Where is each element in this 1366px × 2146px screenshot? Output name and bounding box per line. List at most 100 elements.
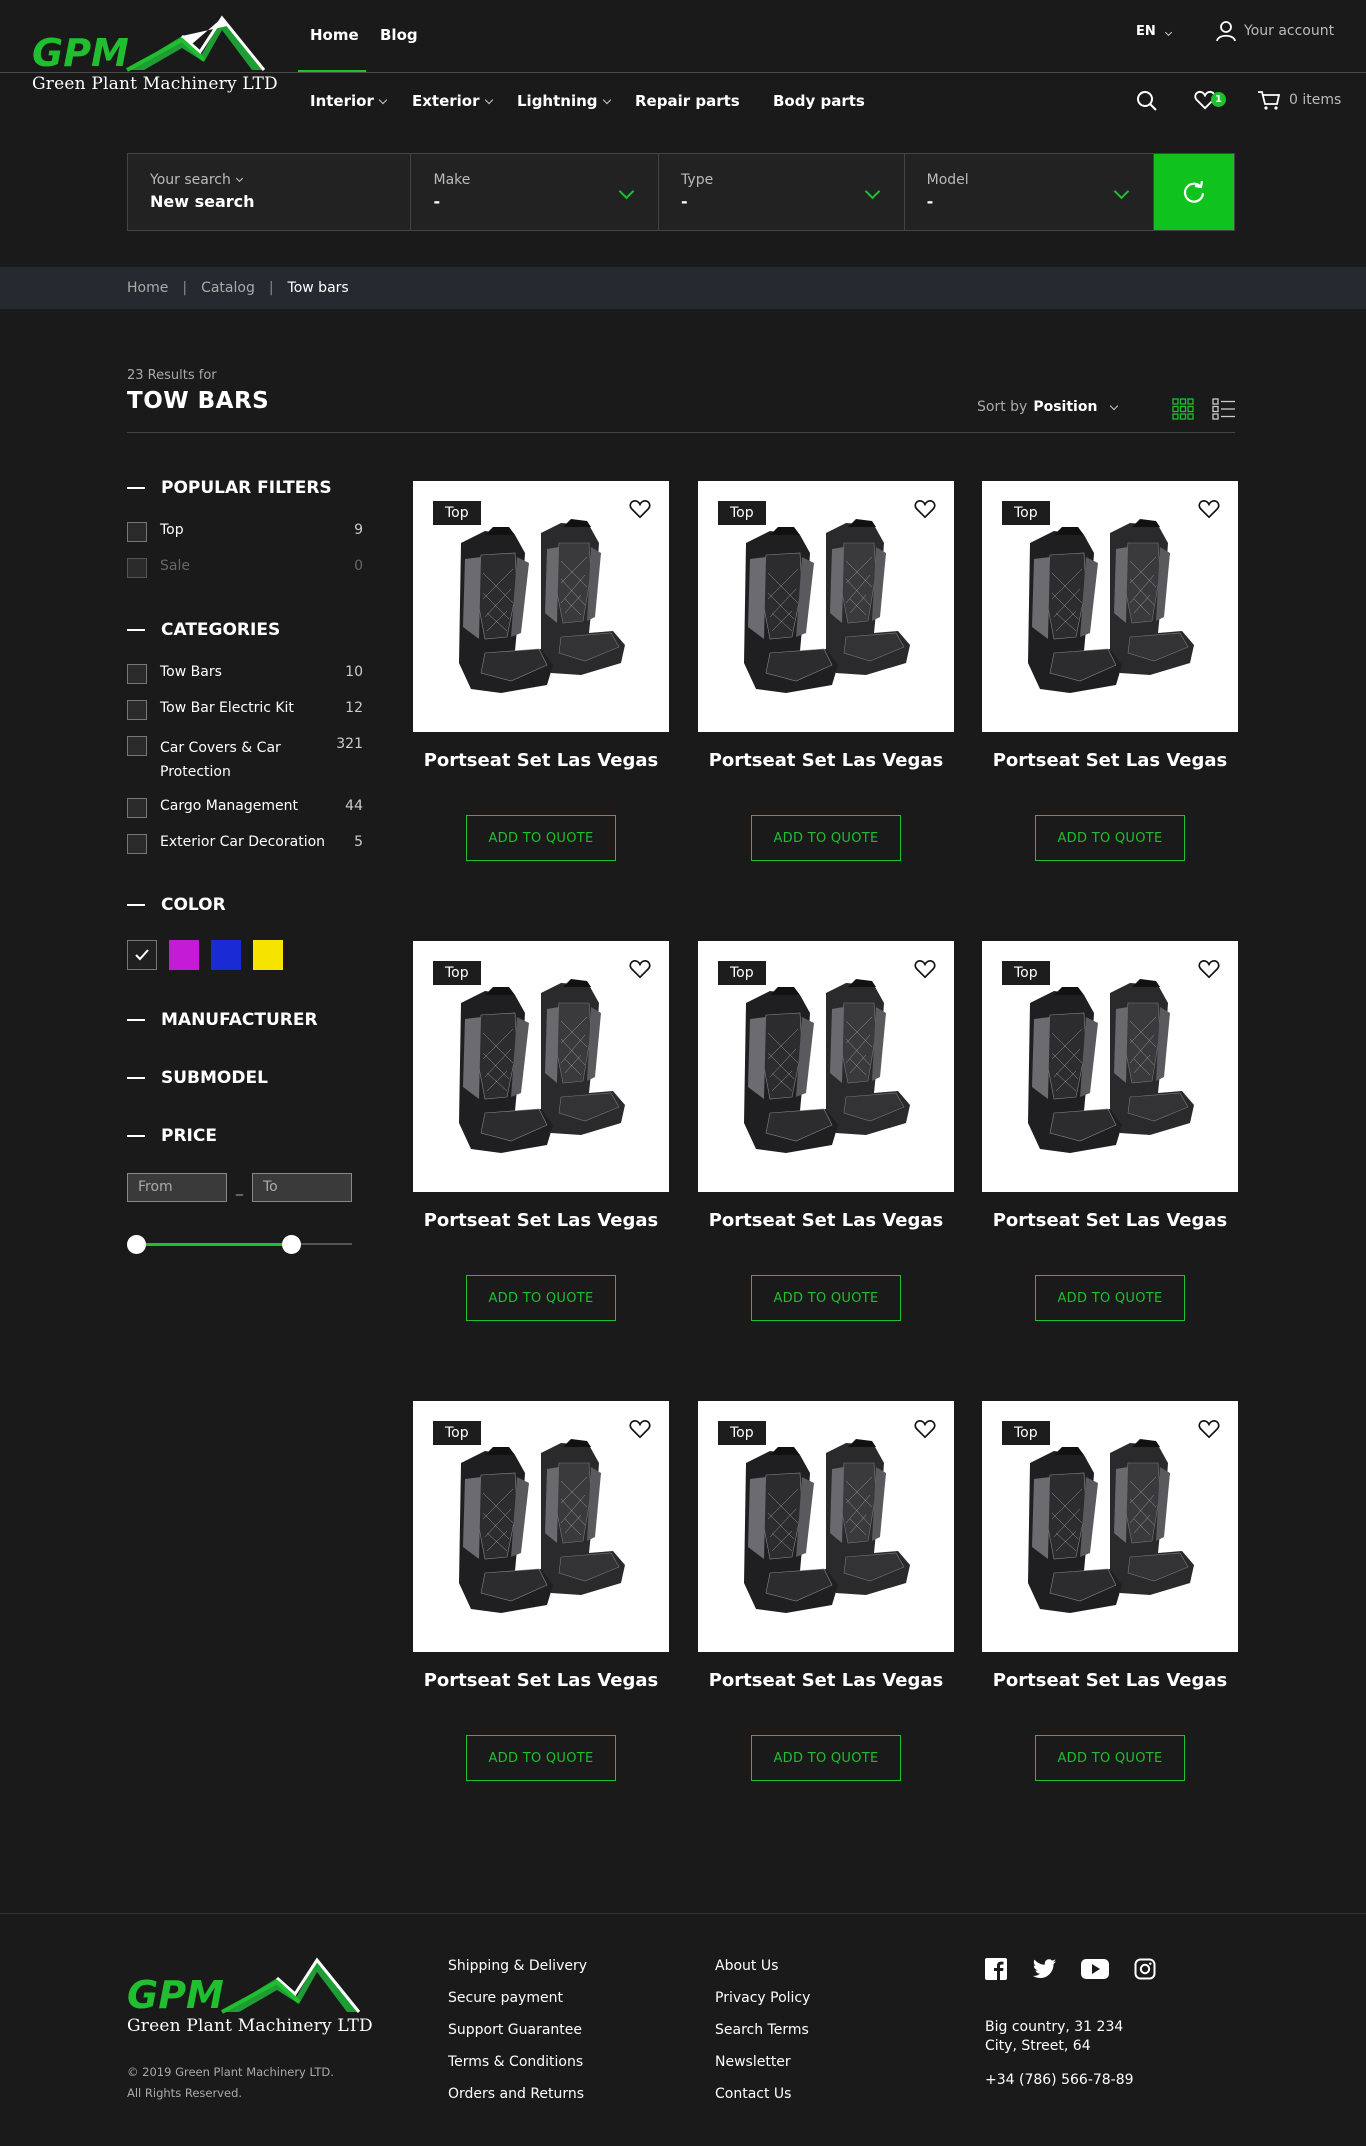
product-title[interactable]: Portseat Set Las Vegas <box>413 1670 669 1691</box>
product-title[interactable]: Portseat Set Las Vegas <box>413 1210 669 1231</box>
logo[interactable]: GPM Green Plant Machinery LTD <box>32 14 278 94</box>
checkbox[interactable] <box>127 558 147 578</box>
product-image-card[interactable]: Top <box>413 481 669 732</box>
filter-popular-header[interactable]: POPULAR FILTERS <box>127 478 332 498</box>
model-select[interactable]: Model - <box>905 154 1155 230</box>
price-slider-max-handle[interactable] <box>282 1235 301 1254</box>
menu-interior[interactable]: Interior <box>310 92 388 110</box>
footer-link-secure-payment[interactable]: Secure payment <box>448 1990 563 2006</box>
instagram-link[interactable] <box>1134 1958 1156 1984</box>
add-to-quote-button[interactable]: ADD TO QUOTE <box>751 815 901 861</box>
product-image-card[interactable]: Top <box>698 941 954 1192</box>
filter-category-exterior-decoration[interactable]: Exterior Car Decoration 5 <box>127 834 363 854</box>
make-select[interactable]: Make - <box>411 154 660 230</box>
product-image-card[interactable]: Top <box>413 941 669 1192</box>
heart-icon[interactable] <box>914 1419 936 1439</box>
nav-blog[interactable]: Blog <box>380 26 418 44</box>
add-to-quote-button[interactable]: ADD TO QUOTE <box>466 1735 616 1781</box>
filter-category-car-covers[interactable]: Car Covers & Car Protection 321 <box>127 736 363 784</box>
checkbox[interactable] <box>127 736 147 756</box>
price-to-input[interactable]: To <box>252 1173 352 1202</box>
product-title[interactable]: Portseat Set Las Vegas <box>698 1670 954 1691</box>
product-image-card[interactable]: Top <box>698 1401 954 1652</box>
heart-icon[interactable] <box>629 499 651 519</box>
menu-repair-parts[interactable]: Repair parts <box>635 92 740 110</box>
footer-link-newsletter[interactable]: Newsletter <box>715 2054 791 2070</box>
heart-icon[interactable] <box>1198 499 1220 519</box>
product-title[interactable]: Portseat Set Las Vegas <box>698 750 954 771</box>
heart-icon[interactable] <box>629 959 651 979</box>
product-title[interactable]: Portseat Set Las Vegas <box>982 1670 1238 1691</box>
checkbox[interactable] <box>127 522 147 542</box>
filter-submodel-header[interactable]: SUBMODEL <box>127 1068 268 1088</box>
product-title[interactable]: Portseat Set Las Vegas <box>982 1210 1238 1231</box>
nav-home[interactable]: Home <box>310 26 359 44</box>
add-to-quote-button[interactable]: ADD TO QUOTE <box>751 1735 901 1781</box>
sort-selector[interactable]: Sort by Position <box>977 399 1119 415</box>
your-search-select[interactable]: Your search New search <box>128 154 412 230</box>
footer-logo[interactable]: GPM Green Plant Machinery LTD <box>127 1956 373 2036</box>
price-from-input[interactable]: From <box>127 1173 227 1202</box>
heart-icon[interactable] <box>914 959 936 979</box>
product-title[interactable]: Portseat Set Las Vegas <box>698 1210 954 1231</box>
footer-link-support[interactable]: Support Guarantee <box>448 2022 582 2038</box>
color-swatch-yellow[interactable] <box>253 940 283 970</box>
product-image-card[interactable]: Top <box>982 1401 1238 1652</box>
checkbox[interactable] <box>127 798 147 818</box>
price-slider-min-handle[interactable] <box>127 1235 146 1254</box>
account-link[interactable]: Your account <box>1216 20 1334 42</box>
filter-option-sale[interactable]: Sale 0 <box>127 558 363 578</box>
filter-category-tow-bars[interactable]: Tow Bars 10 <box>127 664 363 684</box>
heart-icon[interactable] <box>1198 959 1220 979</box>
footer-link-search-terms[interactable]: Search Terms <box>715 2022 809 2038</box>
color-swatch-magenta[interactable] <box>169 940 199 970</box>
refresh-search-button[interactable] <box>1154 154 1234 230</box>
search-button[interactable] <box>1136 90 1158 116</box>
checkbox[interactable] <box>127 700 147 720</box>
type-select[interactable]: Type - <box>659 154 905 230</box>
facebook-link[interactable] <box>985 1958 1007 1984</box>
product-title[interactable]: Portseat Set Las Vegas <box>982 750 1238 771</box>
color-swatch-black[interactable] <box>127 940 157 970</box>
heart-icon[interactable] <box>914 499 936 519</box>
filter-price-header[interactable]: PRICE <box>127 1126 217 1146</box>
footer-link-about[interactable]: About Us <box>715 1958 778 1974</box>
menu-lightning[interactable]: Lightning <box>517 92 611 110</box>
cart-button[interactable]: 0 items <box>1257 90 1341 110</box>
footer-link-terms[interactable]: Terms & Conditions <box>448 2054 583 2070</box>
filter-category-cargo[interactable]: Cargo Management 44 <box>127 798 363 818</box>
breadcrumb-catalog[interactable]: Catalog <box>201 280 255 296</box>
color-swatch-blue[interactable] <box>211 940 241 970</box>
filter-categories-header[interactable]: CATEGORIES <box>127 620 280 640</box>
add-to-quote-button[interactable]: ADD TO QUOTE <box>466 815 616 861</box>
filter-option-top[interactable]: Top 9 <box>127 522 363 542</box>
checkbox[interactable] <box>127 664 147 684</box>
youtube-link[interactable] <box>1081 1958 1109 1984</box>
filter-color-header[interactable]: COLOR <box>127 895 226 915</box>
filter-category-electric-kit[interactable]: Tow Bar Electric Kit 12 <box>127 700 363 720</box>
product-image-card[interactable]: Top <box>982 941 1238 1192</box>
checkbox[interactable] <box>127 834 147 854</box>
list-view-button[interactable] <box>1212 398 1236 424</box>
product-title[interactable]: Portseat Set Las Vegas <box>413 750 669 771</box>
filter-manufacturer-header[interactable]: MANUFACTURER <box>127 1010 318 1030</box>
heart-icon[interactable] <box>1198 1419 1220 1439</box>
add-to-quote-button[interactable]: ADD TO QUOTE <box>1035 1735 1185 1781</box>
add-to-quote-button[interactable]: ADD TO QUOTE <box>751 1275 901 1321</box>
footer-link-shipping[interactable]: Shipping & Delivery <box>448 1958 587 1974</box>
footer-link-returns[interactable]: Orders and Returns <box>448 2086 584 2102</box>
twitter-link[interactable] <box>1032 1958 1056 1984</box>
menu-body-parts[interactable]: Body parts <box>773 92 865 110</box>
product-image-card[interactable]: Top <box>698 481 954 732</box>
heart-icon[interactable] <box>629 1419 651 1439</box>
breadcrumb-home[interactable]: Home <box>127 280 168 296</box>
add-to-quote-button[interactable]: ADD TO QUOTE <box>1035 1275 1185 1321</box>
add-to-quote-button[interactable]: ADD TO QUOTE <box>466 1275 616 1321</box>
menu-exterior[interactable]: Exterior <box>412 92 493 110</box>
language-selector[interactable]: EN <box>1136 24 1173 39</box>
product-image-card[interactable]: Top <box>982 481 1238 732</box>
product-image-card[interactable]: Top <box>413 1401 669 1652</box>
footer-link-contact[interactable]: Contact Us <box>715 2086 791 2102</box>
grid-view-button[interactable] <box>1172 398 1194 424</box>
add-to-quote-button[interactable]: ADD TO QUOTE <box>1035 815 1185 861</box>
